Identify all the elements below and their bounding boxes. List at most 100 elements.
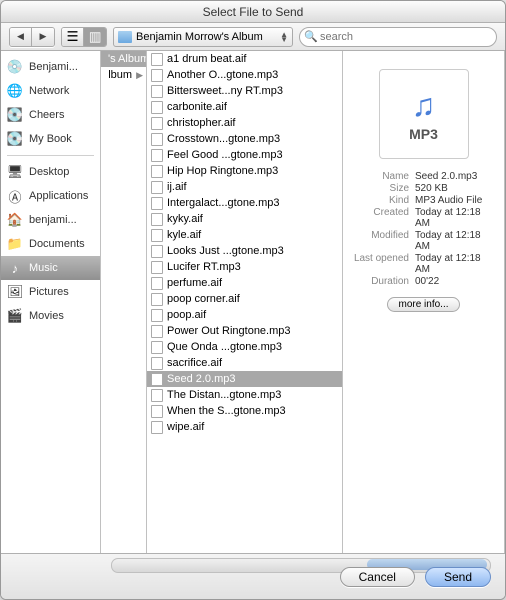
file-row[interactable]: Lucifer RT.mp3 [147,259,342,275]
file-icon [150,277,163,290]
sidebar-label: Desktop [29,166,69,178]
search-wrap: 🔍 [299,27,497,47]
sidebar-item[interactable]: 🖥Desktop [1,160,100,184]
file-row[interactable]: Looks Just ...gtone.mp3 [147,243,342,259]
file-row[interactable]: Que Onda ...gtone.mp3 [147,339,342,355]
column-view-button[interactable]: ▥ [84,28,106,46]
sidebar: 💿Benjami...🌐Network💽Cheers💽My Book 🖥Deskt… [1,51,101,553]
file-icon [150,309,163,322]
file-row[interactable]: sacrifice.aif [147,355,342,371]
sidebar-icon: 🎬 [6,307,24,325]
column-row[interactable]: lbum▶ [101,67,146,83]
sidebar-item[interactable]: 📁Documents [1,232,100,256]
list-view-button[interactable]: ☰ [62,28,84,46]
forward-button[interactable]: ▶ [32,28,54,46]
file-icon [150,69,163,82]
sidebar-label: Cheers [29,109,64,121]
file-icon [150,229,163,242]
back-button[interactable]: ◀ [10,28,32,46]
file-row[interactable]: Crosstown...gtone.mp3 [147,131,342,147]
file-row[interactable]: When the S...gtone.mp3 [147,403,342,419]
file-name: kyle.aif [167,229,201,241]
file-icon [150,293,163,306]
file-row[interactable]: Seed 2.0.mp3 [147,371,342,387]
file-icon [150,53,163,66]
sidebar-label: Movies [29,310,64,322]
file-row[interactable]: kyle.aif [147,227,342,243]
meta-row: Last openedToday at 12:18 AM [351,253,496,275]
file-row[interactable]: a1 drum beat.aif [147,51,342,67]
file-name: perfume.aif [167,277,222,289]
body: 💿Benjami...🌐Network💽Cheers💽My Book 🖥Deskt… [1,51,505,553]
sidebar-item[interactable]: 💿Benjami... [1,55,100,79]
file-name: Bittersweet...ny RT.mp3 [167,85,283,97]
file-row[interactable]: Another O...gtone.mp3 [147,67,342,83]
file-name: Power Out Ringtone.mp3 [167,325,291,337]
folder-icon [118,31,132,43]
sidebar-label: Network [29,85,69,97]
column-browser: 's Album▶lbum▶ a1 drum beat.aif Another O… [101,51,505,553]
file-row[interactable]: ij.aif [147,179,342,195]
sidebar-item[interactable]: 🌐Network [1,79,100,103]
file-icon [150,341,163,354]
sidebar-item[interactable]: ♪Music [1,256,100,280]
meta-label: Last opened [351,253,415,275]
file-row[interactable]: Intergalact...gtone.mp3 [147,195,342,211]
footer: Cancel Send [1,553,505,599]
sidebar-icon: 💿 [6,58,24,76]
cancel-button[interactable]: Cancel [340,567,415,587]
sidebar-item[interactable]: 💽Cheers [1,103,100,127]
file-row[interactable]: Bittersweet...ny RT.mp3 [147,83,342,99]
file-name: Another O...gtone.mp3 [167,69,278,81]
file-name: Hip Hop Ringtone.mp3 [167,165,278,177]
search-icon: 🔍 [304,30,318,43]
meta-label: Created [351,207,415,229]
file-icon [150,389,163,402]
meta-row: Duration00'22 [351,276,496,287]
list-icon: ☰ [67,29,79,45]
file-row[interactable]: wipe.aif [147,419,342,435]
file-icon [150,85,163,98]
file-name: Feel Good ...gtone.mp3 [167,149,283,161]
sidebar-icon: 🖼 [6,283,24,301]
toolbar: ◀ ▶ ☰ ▥ Benjamin Morrow's Album ▲▼ 🔍 [1,23,505,51]
meta-row: CreatedToday at 12:18 AM [351,207,496,229]
file-row[interactable]: kyky.aif [147,211,342,227]
meta-value: Seed 2.0.mp3 [415,171,496,182]
popup-arrows-icon: ▲▼ [280,32,288,42]
row-label: 's Album [108,53,146,65]
meta-value: MP3 Audio File [415,195,496,206]
file-row[interactable]: Feel Good ...gtone.mp3 [147,147,342,163]
column-row[interactable]: 's Album▶ [101,51,146,67]
sidebar-item[interactable]: 💽My Book [1,127,100,151]
sidebar-item[interactable]: 🎬 Movies [1,304,100,328]
sidebar-label: Pictures [29,286,69,298]
preview-format-label: MP3 [409,126,438,142]
sidebar-item[interactable]: 🏠benjami... [1,208,100,232]
path-popup[interactable]: Benjamin Morrow's Album ▲▼ [113,27,293,47]
file-row[interactable]: carbonite.aif [147,99,342,115]
row-label: lbum [108,69,132,81]
sidebar-label: benjami... [29,214,77,226]
file-row[interactable]: The Distan...gtone.mp3 [147,387,342,403]
file-row[interactable]: poop.aif [147,307,342,323]
file-icon [150,245,163,258]
file-row[interactable]: christopher.aif [147,115,342,131]
file-icon [150,101,163,114]
more-info-button[interactable]: more info... [387,297,459,312]
file-row[interactable]: poop corner.aif [147,291,342,307]
file-row[interactable]: Power Out Ringtone.mp3 [147,323,342,339]
sidebar-item[interactable]: ⒶApplications [1,184,100,208]
meta-value: 520 KB [415,183,496,194]
file-row[interactable]: perfume.aif [147,275,342,291]
sidebar-item[interactable]: 🖼 Pictures [1,280,100,304]
file-name: poop.aif [167,309,206,321]
preview-pane: ♫ MP3 NameSeed 2.0.mp3Size520 KBKindMP3 … [343,51,505,553]
search-input[interactable] [299,27,497,47]
send-button[interactable]: Send [425,567,491,587]
file-row[interactable]: Hip Hop Ringtone.mp3 [147,163,342,179]
file-name: When the S...gtone.mp3 [167,405,286,417]
meta-value: Today at 12:18 AM [415,253,496,275]
meta-label: Duration [351,276,415,287]
file-icon [150,213,163,226]
